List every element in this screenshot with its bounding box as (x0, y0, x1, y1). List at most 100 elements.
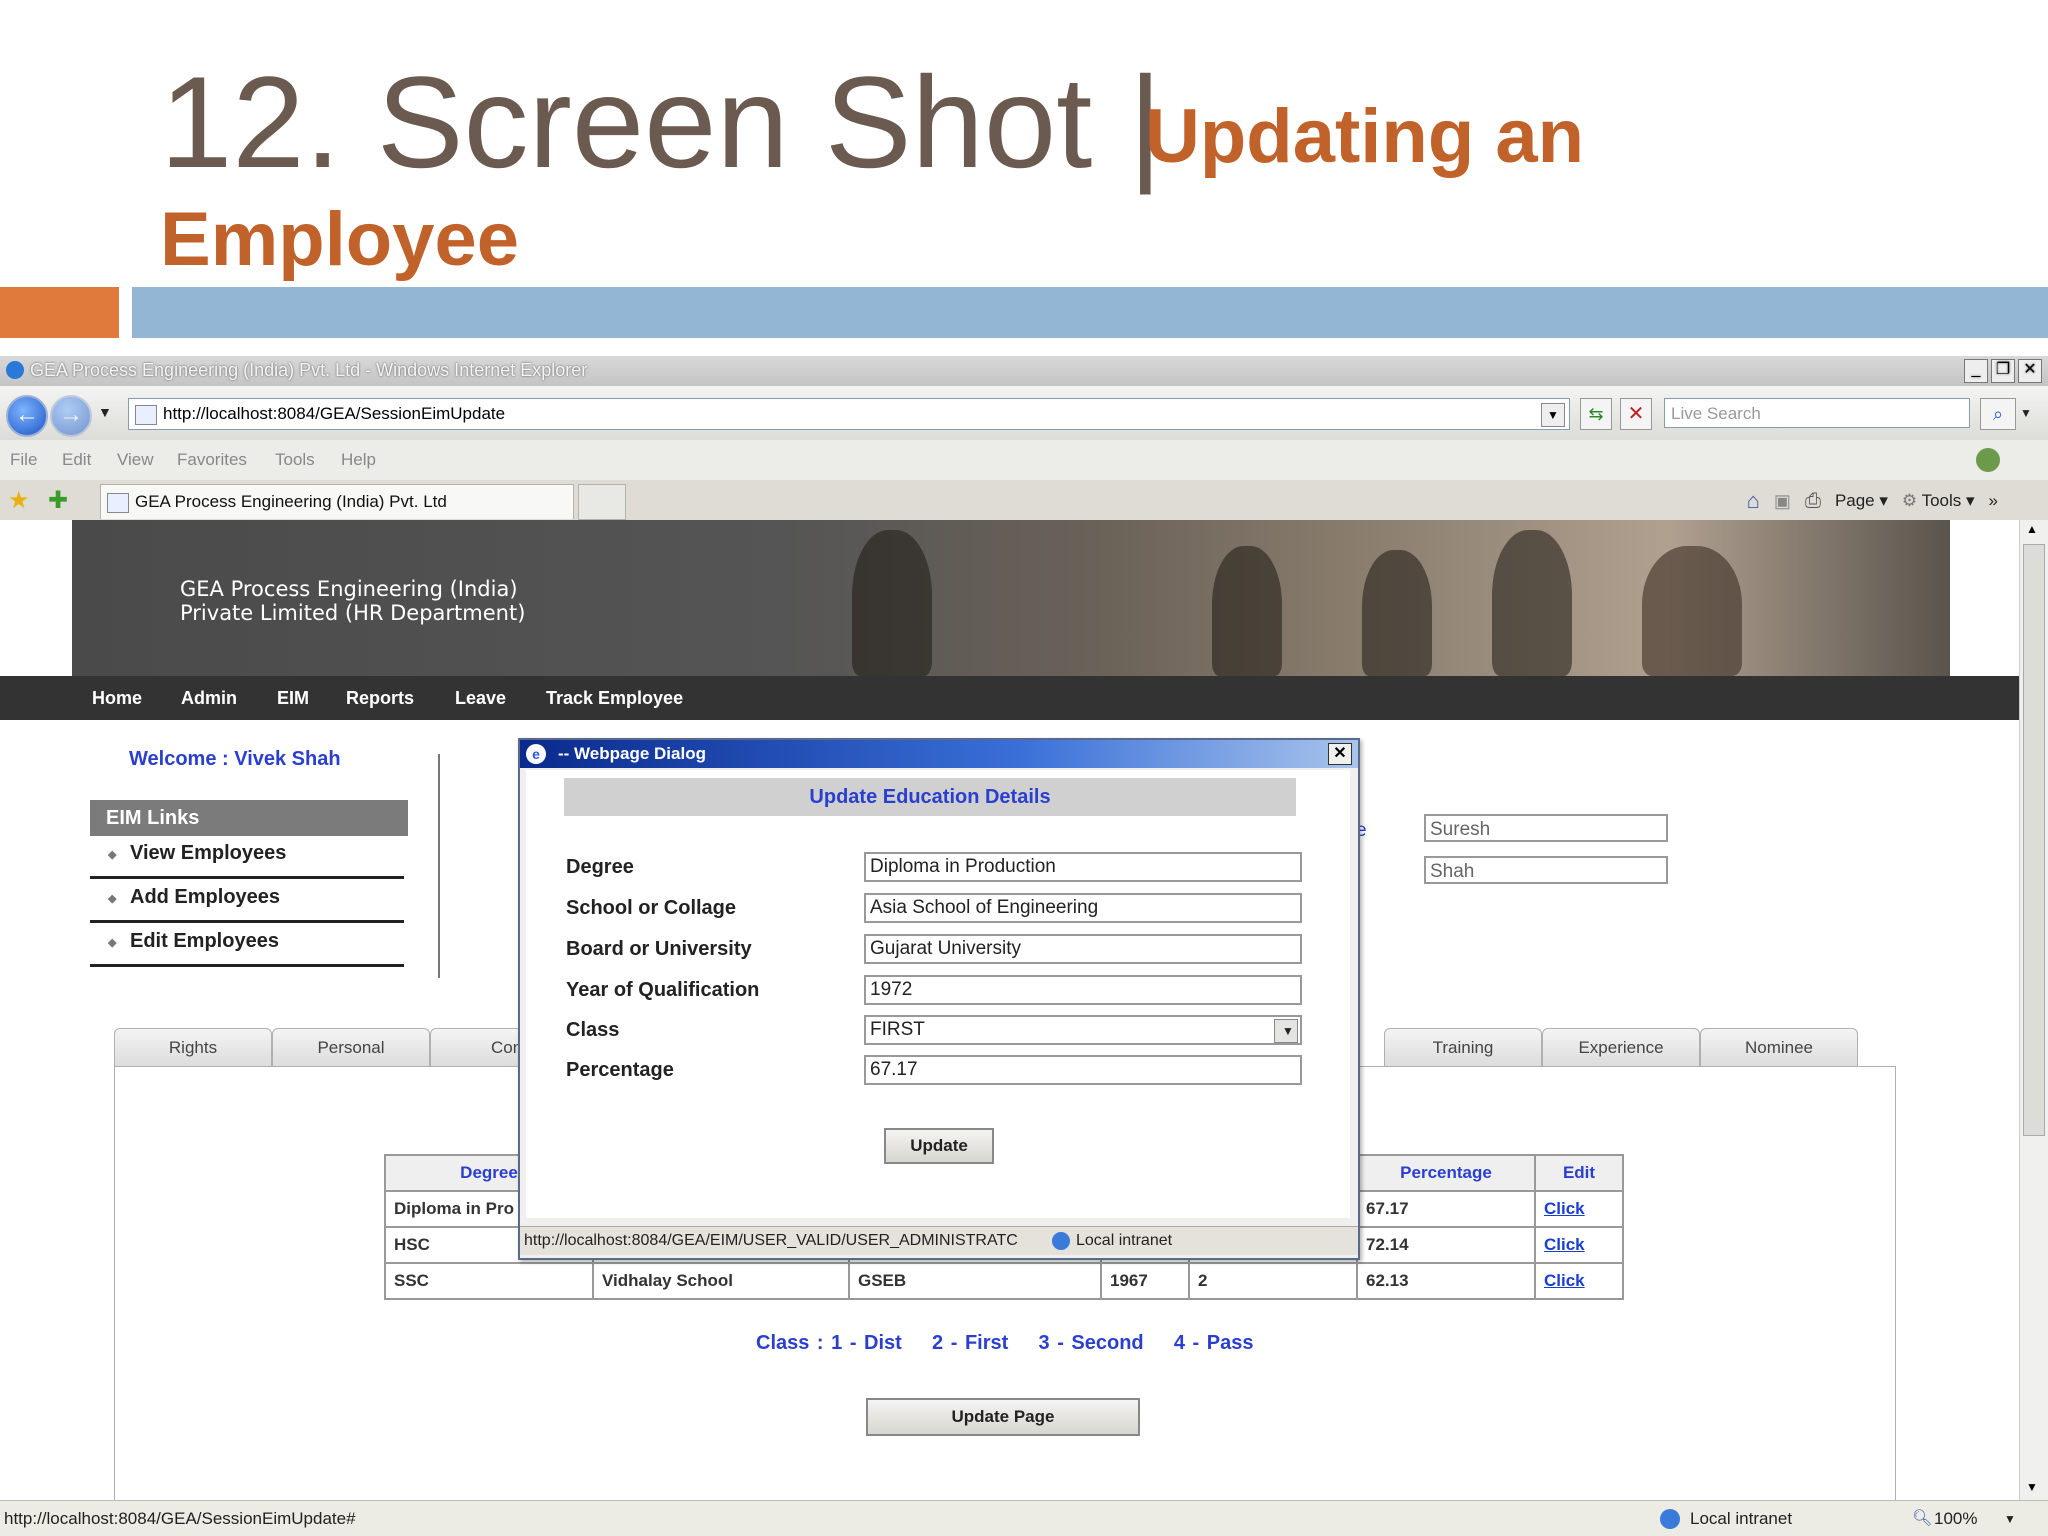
restore-button[interactable]: ❐ (1991, 359, 2015, 383)
page-menu[interactable]: Page ▾ (1835, 491, 1888, 511)
address-url: http://localhost:8084/GEA/SessionEimUpda… (163, 404, 506, 423)
new-tab-button[interactable] (578, 484, 626, 520)
update-button[interactable]: Update (884, 1128, 994, 1164)
address-bar[interactable]: http://localhost:8084/GEA/SessionEimUpda… (128, 398, 1570, 430)
dialog-close-button[interactable]: ✕ (1328, 743, 1352, 765)
zoom-dropdown-icon[interactable]: ▼ (2004, 1501, 2016, 1536)
feeds-icon[interactable]: ▣ (1774, 491, 1791, 512)
minimize-button[interactable]: _ (1964, 359, 1988, 383)
percentage-label: Percentage (566, 1059, 674, 1081)
cell-edit: Click (1536, 1264, 1622, 1298)
chevron-down-icon[interactable]: ▼ (1274, 1019, 1298, 1043)
slide-title: 12. Screen Shot | (160, 49, 1163, 195)
nav-eim[interactable]: EIM (277, 688, 309, 709)
back-button[interactable]: ← (6, 395, 48, 437)
cell-percentage: 72.14 (1358, 1228, 1534, 1262)
edit-link[interactable]: Click (1544, 1271, 1585, 1290)
menu-favorites[interactable]: Favorites (177, 450, 247, 470)
menu-bar: File Edit View Favorites Tools Help (0, 440, 2048, 481)
degree-input[interactable]: Diploma in Production (864, 852, 1302, 882)
cell-class: 2 (1190, 1264, 1356, 1298)
zoom-level[interactable]: 100% (1934, 1501, 1977, 1536)
class-label: Class (566, 1019, 620, 1041)
status-url: http://localhost:8084/GEA/SessionEimUpda… (4, 1509, 356, 1528)
company-name: GEA Process Engineering (India) Private … (180, 577, 526, 625)
refresh-icon[interactable]: ⇆ (1580, 398, 1612, 430)
favorites-star-icon[interactable]: ★ (8, 486, 30, 515)
class-select-value: FIRST (870, 1019, 925, 1040)
sidebar-item-add-employees[interactable]: ◆ Add Employees (90, 880, 404, 923)
col-percentage: Percentage (1358, 1156, 1534, 1190)
tab-rights[interactable]: Rights (114, 1028, 272, 1067)
banner-photo-5 (1642, 546, 1742, 676)
banner-photo-4 (1492, 530, 1572, 676)
menu-view[interactable]: View (117, 450, 154, 470)
nav-leave[interactable]: Leave (455, 688, 506, 709)
nav-home[interactable]: Home (92, 688, 142, 709)
tab-training[interactable]: Training (1384, 1028, 1542, 1067)
edit-link[interactable]: Click (1544, 1199, 1585, 1218)
address-dropdown-icon[interactable]: ▼ (1541, 403, 1565, 427)
cell-degree: SSC (386, 1264, 592, 1298)
nav-admin[interactable]: Admin (181, 688, 237, 709)
dialog-status-zone: Local intranet (1076, 1232, 1173, 1249)
slide-subtitle-line2: Employee (160, 197, 520, 282)
browser-tab[interactable]: GEA Process Engineering (India) Pvt. Ltd (100, 484, 574, 519)
browser-window: GEA Process Engineering (India) Pvt. Ltd… (0, 356, 2048, 1536)
class-select[interactable]: FIRST ▼ (864, 1015, 1302, 1045)
slide-subtitle: Updating an (1145, 94, 1585, 179)
home-icon[interactable]: ⌂ (1747, 488, 1760, 514)
scroll-thumb[interactable] (2023, 544, 2045, 1136)
tools-menu[interactable]: ⚙ Tools ▾ (1902, 491, 1975, 511)
scroll-up-icon[interactable]: ▲ (2026, 522, 2038, 536)
cell-percentage: 62.13 (1358, 1264, 1534, 1298)
chevron-more-icon[interactable]: » (1989, 491, 1998, 511)
page-icon (135, 405, 157, 425)
print-icon[interactable]: ⎙ (1805, 490, 1821, 513)
first-name-field[interactable]: Suresh (1424, 814, 1668, 842)
search-input[interactable]: Live Search (1664, 398, 1970, 428)
search-options-icon[interactable]: ▼ (2020, 406, 2032, 420)
close-window-button[interactable]: ✕ (2018, 359, 2042, 383)
sidebar-divider (438, 754, 440, 978)
percentage-input[interactable]: 67.17 (864, 1055, 1302, 1085)
ie-logo-icon (6, 361, 24, 379)
menu-tools[interactable]: Tools (275, 450, 315, 470)
year-input[interactable]: 1972 (864, 975, 1302, 1005)
zoom-icon: 🔍︎ (1912, 1510, 1933, 1527)
add-favorite-icon[interactable]: ✚ (48, 486, 68, 515)
dialog-status-url: http://localhost:8084/GEA/EIM/USER_VALID… (524, 1232, 1018, 1249)
menu-file[interactable]: File (10, 450, 37, 470)
tab-nominee[interactable]: Nominee (1700, 1028, 1858, 1067)
menu-help[interactable]: Help (341, 450, 376, 470)
nav-track-employee[interactable]: Track Employee (546, 688, 683, 709)
update-page-button[interactable]: Update Page (866, 1398, 1140, 1436)
tab-personal[interactable]: Personal (272, 1028, 430, 1067)
last-name-field[interactable]: Shah (1424, 856, 1668, 884)
page-menu-label: Page (1834, 491, 1875, 510)
translate-icon[interactable] (1976, 448, 2000, 472)
globe-icon (1052, 1232, 1070, 1250)
address-toolbar: ← → ▼ http://localhost:8084/GEA/SessionE… (0, 386, 2048, 440)
board-label: Board or University (566, 938, 752, 960)
sidebar-item-view-employees[interactable]: ◆ View Employees (90, 836, 404, 879)
search-icon[interactable]: ⌕ (1980, 398, 2016, 430)
history-dropdown-icon[interactable]: ▼ (98, 404, 112, 420)
sidebar-item-label: View Employees (130, 842, 287, 864)
dialog-titlebar: e -- Webpage Dialog ✕ (520, 740, 1358, 768)
edit-link[interactable]: Click (1544, 1235, 1585, 1254)
cell-year: 1967 (1102, 1264, 1188, 1298)
board-input[interactable]: Gujarat University (864, 934, 1302, 964)
forward-button[interactable]: → (50, 395, 92, 437)
sidebar-item-edit-employees[interactable]: ◆ Edit Employees (90, 924, 404, 967)
menu-edit[interactable]: Edit (62, 450, 91, 470)
page-scrollbar[interactable]: ▲ ▼ (2019, 520, 2048, 1500)
banner-photo-2 (1212, 546, 1282, 676)
scroll-down-icon[interactable]: ▼ (2026, 1480, 2038, 1494)
school-input[interactable]: Asia School of Engineering (864, 893, 1302, 923)
school-label: School or Collage (566, 897, 737, 919)
tab-experience[interactable]: Experience (1542, 1028, 1700, 1067)
nav-reports[interactable]: Reports (346, 688, 414, 709)
stop-icon[interactable]: ✕ (1620, 398, 1652, 430)
bullet-icon: ◆ (108, 849, 117, 861)
